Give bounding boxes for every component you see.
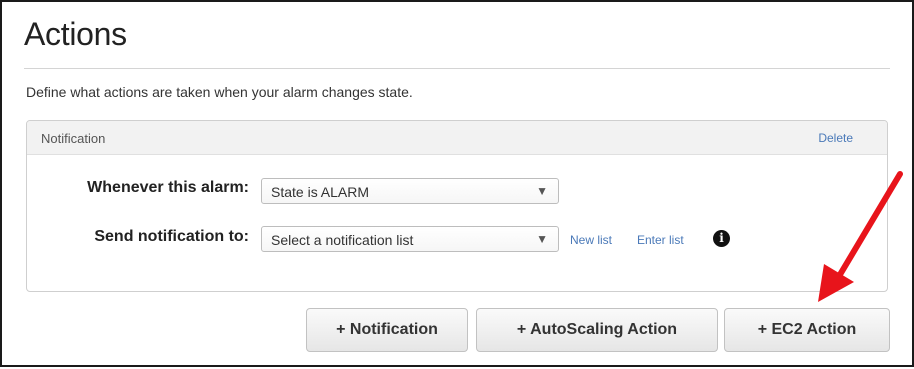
section-description: Define what actions are taken when your … [26, 84, 413, 100]
send-notification-label: Send notification to: [94, 228, 249, 245]
panel-header: Notification Delete [27, 121, 887, 155]
alarm-state-label: Whenever this alarm: [87, 179, 249, 196]
chevron-down-icon: ▼ [536, 232, 548, 246]
chevron-down-icon: ▼ [536, 184, 548, 198]
info-icon[interactable]: i [713, 230, 730, 247]
enter-list-link[interactable]: Enter list [637, 233, 684, 247]
notification-list-value: Select a notification list [271, 232, 414, 248]
add-notification-button[interactable]: + Notification [306, 308, 468, 352]
page-title: Actions [24, 16, 127, 52]
actions-frame: Actions Define what actions are taken wh… [0, 0, 914, 367]
alarm-state-value: State is ALARM [271, 184, 370, 200]
delete-link[interactable]: Delete [818, 131, 853, 145]
add-autoscaling-action-button[interactable]: + AutoScaling Action [476, 308, 718, 352]
panel-title: Notification [41, 131, 106, 146]
notification-list-select[interactable]: Select a notification list ▼ [261, 226, 559, 252]
alarm-state-select[interactable]: State is ALARM ▼ [261, 178, 559, 204]
title-divider [24, 68, 890, 69]
add-ec2-action-button[interactable]: + EC2 Action [724, 308, 890, 352]
new-list-link[interactable]: New list [570, 233, 612, 247]
notification-panel: Notification Delete Whenever this alarm:… [26, 120, 888, 292]
